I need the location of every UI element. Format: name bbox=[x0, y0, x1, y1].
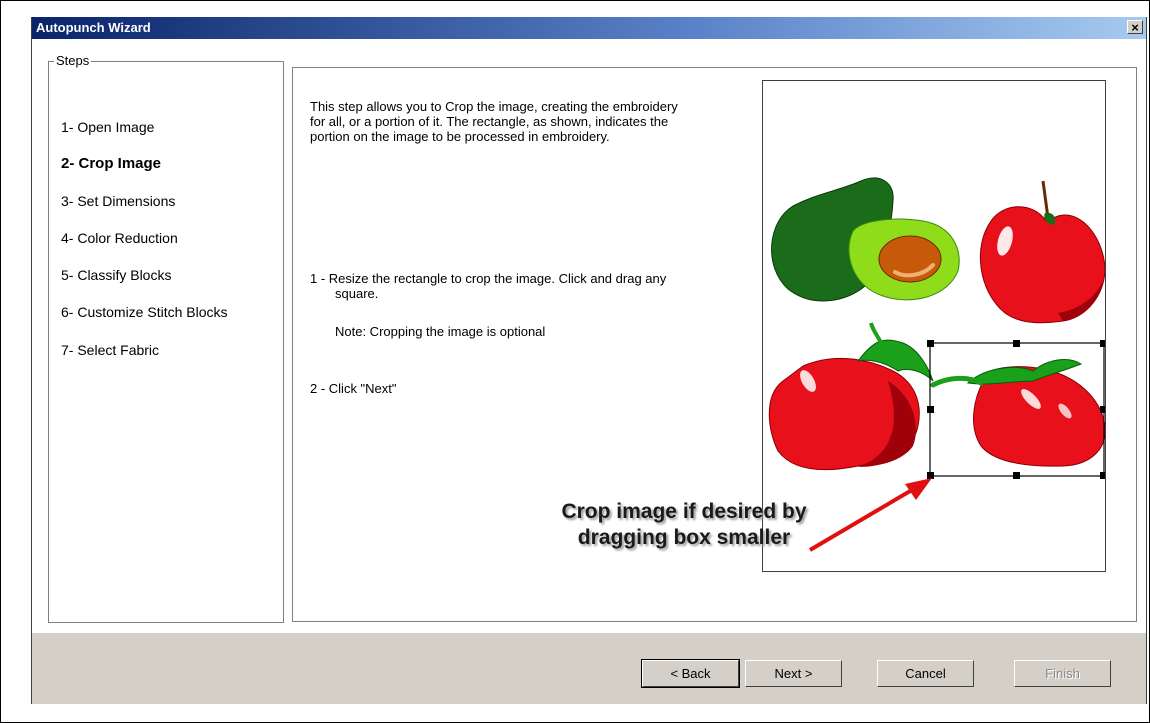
strawberry-illustration bbox=[930, 359, 1106, 467]
cancel-button[interactable]: Cancel bbox=[877, 660, 974, 687]
description-line: for all, or a portion of it. The rectang… bbox=[310, 114, 669, 129]
step-color-reduction: 4- Color Reduction bbox=[61, 230, 178, 246]
next-button[interactable]: Next > bbox=[745, 660, 842, 687]
close-button[interactable]: × bbox=[1127, 20, 1143, 34]
pepper-illustration bbox=[768, 322, 934, 471]
crop-handle-bottom-middle bbox=[1013, 472, 1020, 479]
step-set-dimensions: 3- Set Dimensions bbox=[61, 193, 176, 209]
crop-handle-middle-left bbox=[927, 406, 934, 413]
optional-note: Note: Cropping the image is optional bbox=[335, 324, 546, 339]
step-select-fabric: 7- Select Fabric bbox=[61, 342, 160, 358]
step-crop-image: 2- Crop Image bbox=[61, 155, 162, 172]
instruction-resize-cont: square. bbox=[335, 286, 379, 301]
steps-panel: Steps 1- Open Image 2- Crop Image 3- Set… bbox=[48, 53, 284, 623]
avocado-illustration bbox=[771, 177, 960, 302]
instruction-next: 2 - Click "Next" bbox=[310, 381, 397, 396]
crop-handle-top-right bbox=[1100, 340, 1107, 347]
autopunch-wizard-dialog: Autopunch Wizard × Steps 1- Open Image 2… bbox=[31, 17, 1147, 704]
crop-handle-bottom-right bbox=[1100, 472, 1107, 479]
back-button[interactable]: < Back bbox=[641, 659, 740, 688]
crop-handle-top-left bbox=[927, 340, 934, 347]
description-line: This step allows you to Crop the image, … bbox=[310, 99, 678, 114]
instruction-resize: 1 - Resize the rectangle to crop the ima… bbox=[310, 271, 667, 286]
steps-legend: Steps bbox=[54, 53, 92, 68]
window-title: Autopunch Wizard bbox=[36, 20, 151, 35]
step-description: This step allows you to Crop the image, … bbox=[310, 99, 750, 144]
button-bar: < Back Next > Cancel Finish bbox=[32, 633, 1146, 704]
step-customize-stitch-blocks: 6- Customize Stitch Blocks bbox=[61, 304, 228, 320]
crop-handle-top-middle bbox=[1013, 340, 1020, 347]
crop-handle-middle-right bbox=[1100, 406, 1107, 413]
close-icon: × bbox=[1131, 20, 1139, 35]
apple-illustration bbox=[979, 180, 1106, 324]
finish-button[interactable]: Finish bbox=[1014, 660, 1111, 687]
red-arrow-icon bbox=[808, 478, 932, 552]
title-bar[interactable]: Autopunch Wizard × bbox=[32, 17, 1146, 39]
description-line: portion on the image to be processed in … bbox=[310, 129, 610, 144]
step-open-image: 1- Open Image bbox=[61, 119, 155, 135]
step-classify-blocks: 5- Classify Blocks bbox=[61, 267, 172, 283]
